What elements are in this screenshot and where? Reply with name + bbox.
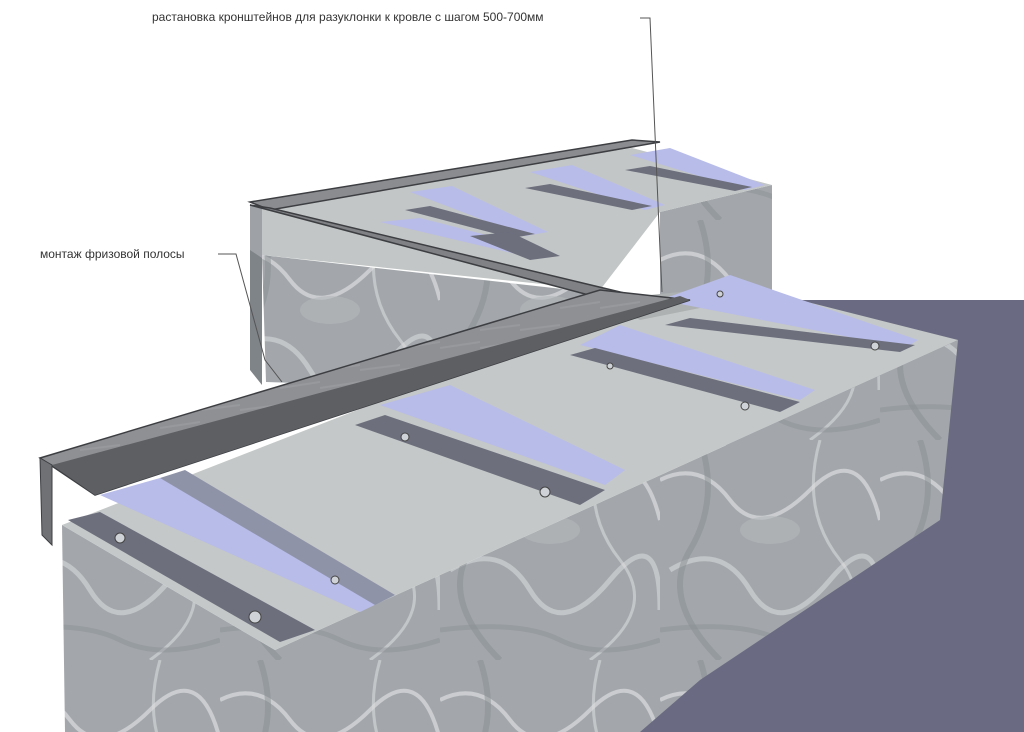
front-frieze-lip <box>39 457 53 547</box>
bracket-bolt <box>740 401 750 411</box>
bracket-bolt <box>539 486 551 498</box>
bracket-bolt <box>716 290 724 298</box>
bracket-bolt <box>114 532 126 544</box>
bracket-bolt <box>400 432 410 442</box>
bracket-bolt <box>870 341 880 351</box>
bracket-spacing-label: растановка кронштейнов для разуклонки к … <box>152 10 544 24</box>
bracket-bolt <box>248 610 262 624</box>
parapet-diagram <box>38 17 1024 732</box>
back-wall-top-edge <box>250 205 262 258</box>
bracket-bolt <box>606 362 614 370</box>
frieze-strip-label: монтаж фризовой полосы <box>40 247 185 261</box>
bracket-bolt <box>330 575 340 585</box>
